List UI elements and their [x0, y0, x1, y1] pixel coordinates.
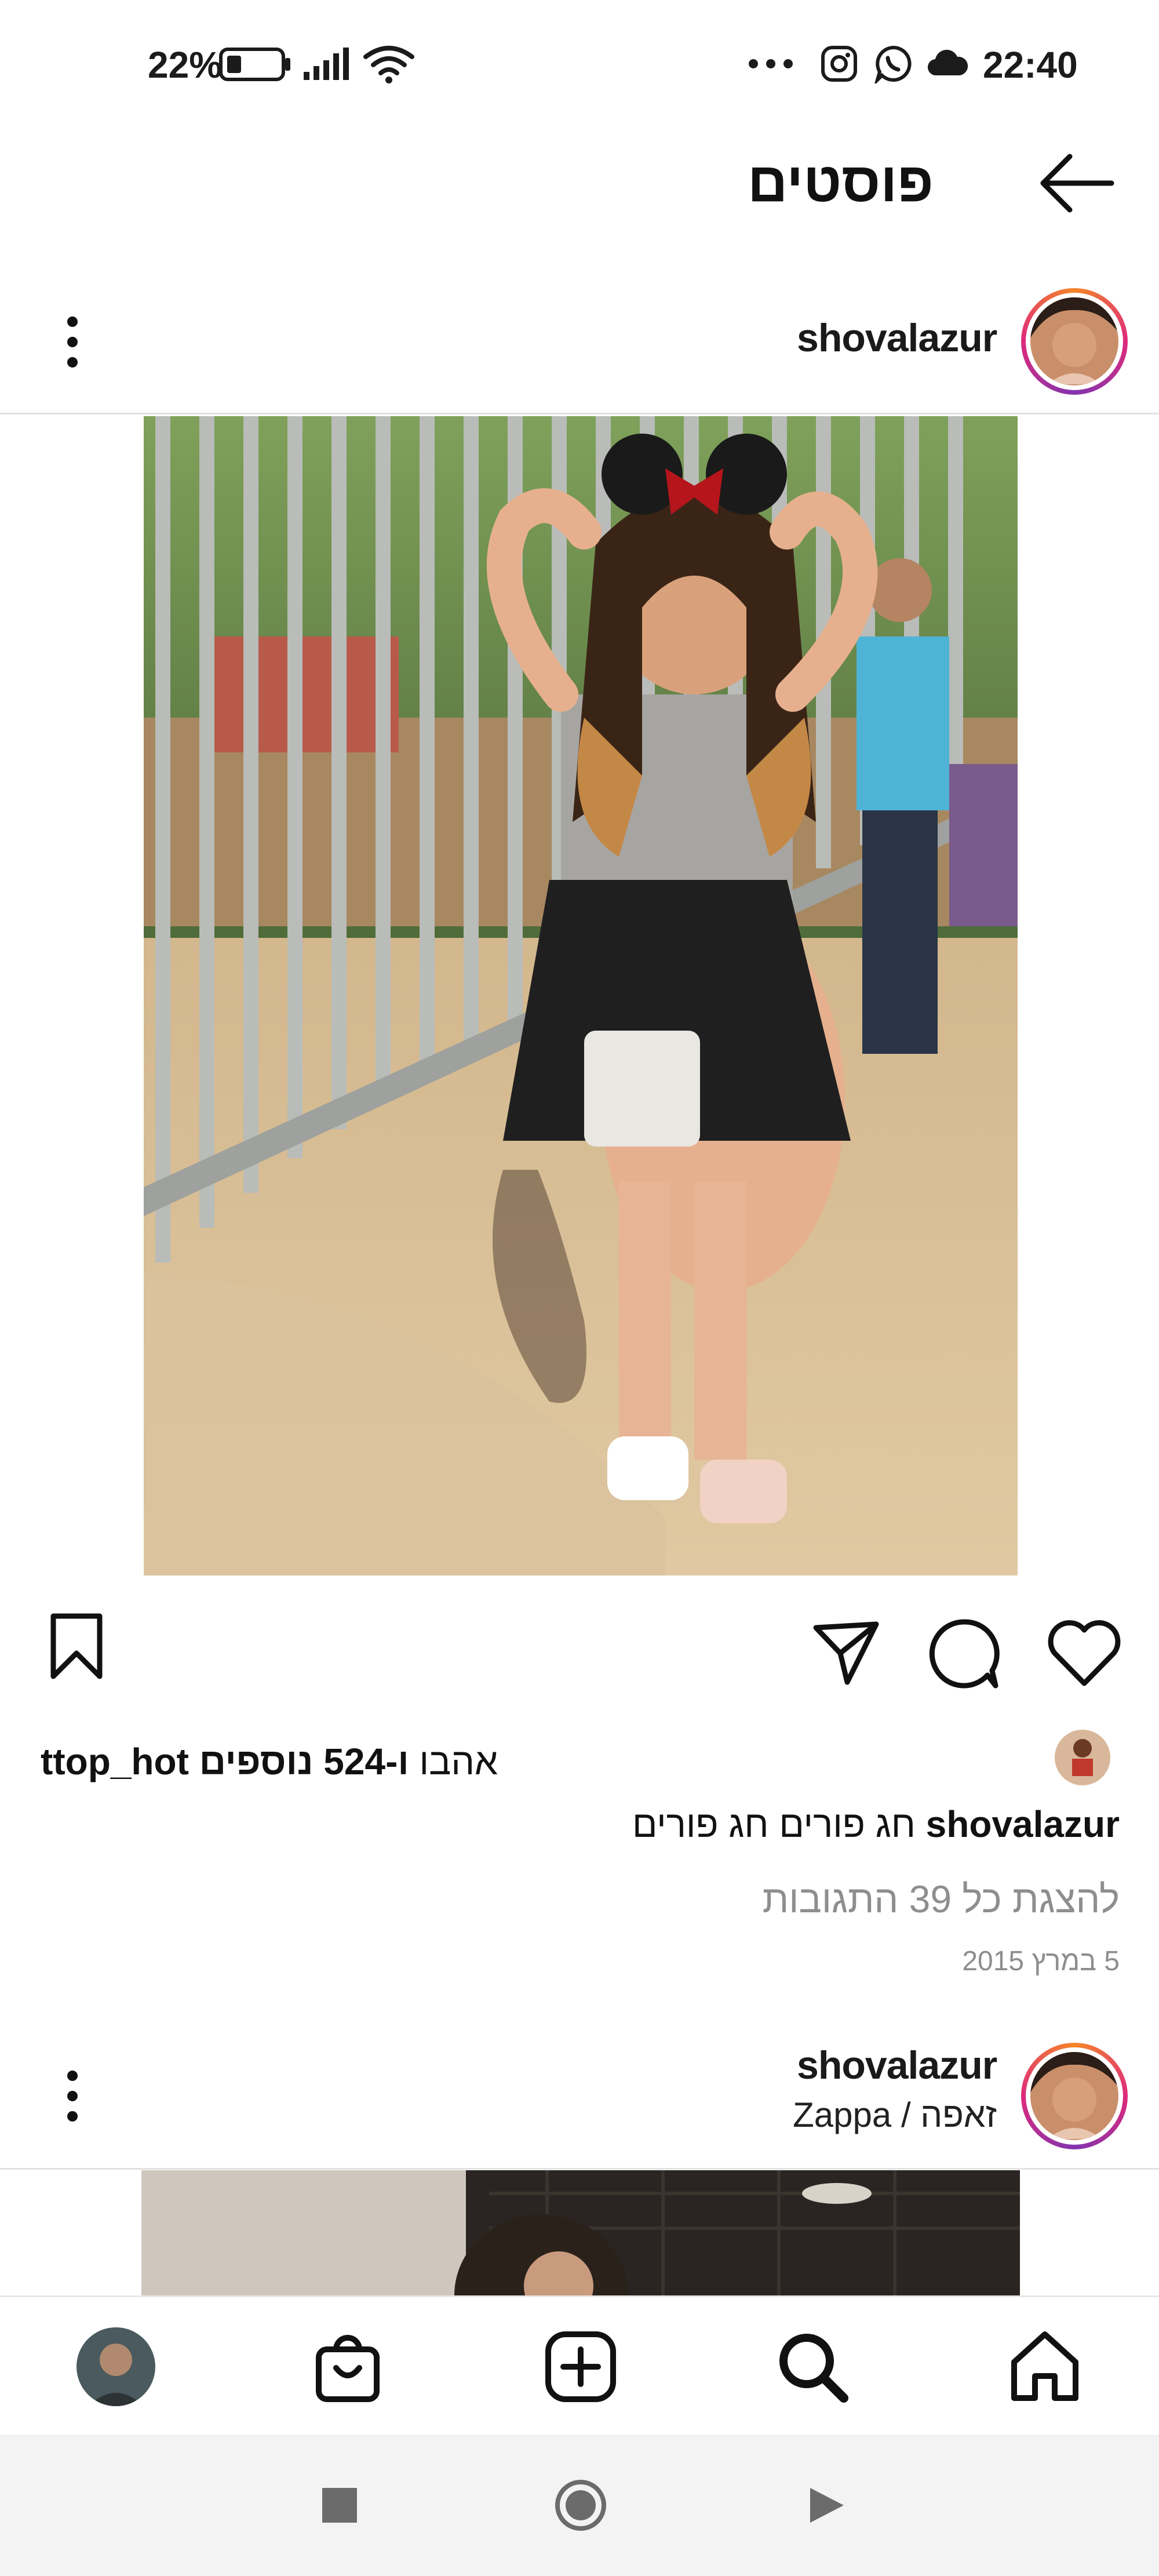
post-header: shovalazur	[0, 267, 1159, 412]
avatar-photo	[1030, 297, 1118, 385]
caption-text: חג פורים חג פורים	[632, 1803, 916, 1845]
post-actions	[0, 1577, 1159, 1710]
caption-username[interactable]: shovalazur	[926, 1803, 1120, 1845]
post-photo	[144, 416, 1018, 1576]
cloud-icon	[927, 49, 968, 76]
instagram-icon	[821, 46, 857, 82]
bottom-nav	[0, 2295, 1159, 2436]
back-button-icon[interactable]	[807, 2484, 847, 2526]
battery-percent: 22%	[148, 44, 223, 86]
post-header-2: shovalazur זאפה / Zappa	[0, 2017, 1159, 2168]
divider	[0, 2168, 1159, 2170]
likes-verb: אהבו	[419, 1741, 498, 1782]
avatar[interactable]	[1021, 2043, 1128, 2149]
post-date: 5 במרץ 2015	[962, 1946, 1120, 1977]
home-button-icon[interactable]	[554, 2479, 607, 2532]
post-username[interactable]: shovalazur	[797, 315, 997, 361]
page-title: פוסטים	[748, 151, 934, 213]
post-photo-2	[141, 2170, 1020, 2295]
profile-avatar-icon	[76, 2327, 155, 2406]
whatsapp-icon	[874, 45, 912, 83]
status-bar: 22% 22:40	[0, 0, 1159, 116]
liker-avatar[interactable]	[1055, 1730, 1110, 1785]
wifi-icon	[363, 46, 414, 83]
post-location[interactable]: זאפה / Zappa	[707, 2095, 997, 2135]
liker-avatar-photo	[1055, 1730, 1110, 1785]
heart-icon[interactable]	[1047, 1620, 1122, 1688]
caption: shovalazur חג פורים חג פורים	[0, 1803, 1120, 1846]
home-icon[interactable]	[1008, 2330, 1081, 2403]
signal-icon	[304, 48, 349, 80]
clock: 22:40	[983, 44, 1078, 86]
battery-icon	[219, 48, 290, 81]
profile-tab[interactable]	[76, 2327, 155, 2406]
more-vertical-icon[interactable]	[58, 2067, 87, 2125]
post-username[interactable]: shovalazur	[797, 2043, 997, 2088]
divider	[0, 413, 1159, 414]
more-vertical-icon[interactable]	[58, 313, 87, 371]
likes-text[interactable]: ttop_hot אהבו ו-524 נוספים	[41, 1740, 1026, 1783]
post-image-2[interactable]	[141, 2170, 1020, 2295]
avatar-photo	[1030, 2052, 1118, 2140]
bookmark-icon[interactable]	[49, 1611, 104, 1681]
liker-username[interactable]: ttop_hot	[41, 1741, 189, 1782]
share-icon[interactable]	[811, 1618, 881, 1688]
system-navigation	[0, 2435, 1159, 2576]
search-icon[interactable]	[777, 2331, 848, 2403]
add-post-icon[interactable]	[545, 2331, 617, 2403]
view-all-comments[interactable]: להצגת כל 39 התגובות	[0, 1877, 1120, 1921]
avatar[interactable]	[1021, 288, 1128, 395]
more-icon	[749, 59, 793, 68]
shop-icon[interactable]	[313, 2330, 382, 2404]
likes-row: ttop_hot אהבו ו-524 נוספים	[0, 1727, 1159, 1797]
recents-icon[interactable]	[322, 2488, 357, 2523]
top-app-bar: פוסטים	[0, 116, 1159, 249]
comment-icon[interactable]	[927, 1617, 1000, 1690]
arrow-left-icon[interactable]	[1037, 151, 1118, 214]
post-image[interactable]	[144, 416, 1018, 1576]
likes-others[interactable]: ו-524 נוספים	[199, 1741, 409, 1782]
